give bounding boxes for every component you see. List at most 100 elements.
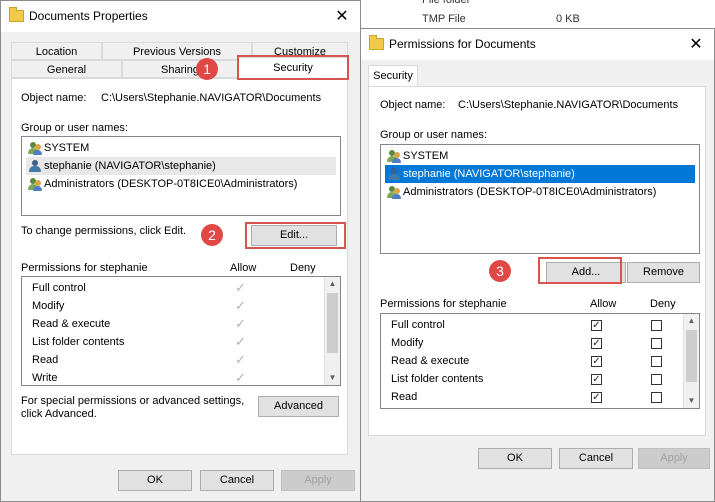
deny-checkbox[interactable] [651,338,662,349]
permissions-list: Full control ✓ Modify ✓ Read & execute ✓… [21,276,341,386]
deny-checkbox[interactable] [651,374,662,385]
check-icon: ✓ [235,298,246,313]
allow-checkbox[interactable]: ✓ [591,338,602,349]
group-icon [28,141,42,155]
perm-row: Modify ✓ [381,335,683,353]
object-name-label: Object name: [380,99,446,111]
perm-row: Read ✓ [32,352,246,367]
add-button-highlight [538,257,622,284]
perm-row: Full control ✓ [32,280,246,295]
callout-badge-3: 3 [489,260,511,282]
close-icon[interactable]: ✕ [332,6,352,26]
tab-general[interactable]: General [11,60,122,78]
allow-checkbox[interactable]: ✓ [591,320,602,331]
scroll-down-icon[interactable]: ▼ [325,371,340,385]
group-label: Group or user names: [21,122,128,134]
folder-icon [369,35,384,50]
object-name-label: Object name: [21,92,87,104]
scroll-down-icon[interactable]: ▼ [684,394,699,408]
permissions-header: Permissions for stephanie [380,298,507,310]
ok-button[interactable]: OK [478,448,552,469]
group-icon [387,149,401,163]
special-permissions-text-2: click Advanced. [21,408,97,420]
user-item-system[interactable]: SYSTEM [26,139,336,157]
bg-type: TMP File [422,13,466,25]
check-icon: ✓ [235,316,246,331]
ok-button[interactable]: OK [118,470,192,491]
user-item-stephanie[interactable]: stephanie (NAVIGATOR\stephanie) [26,157,336,175]
check-icon: ✓ [235,334,246,349]
title-bar: Documents Properties ✕ [1,1,360,32]
perm-row: Read ✓ [381,389,683,407]
check-icon: ✓ [235,280,246,295]
user-icon [387,167,401,181]
allow-header: Allow [590,298,617,310]
scroll-up-icon[interactable]: ▲ [684,314,699,328]
deny-header: Deny [290,262,316,274]
security-panel: Object name: C:\Users\Stephanie.NAVIGATO… [368,86,706,436]
user-item-system[interactable]: SYSTEM [385,147,695,165]
perm-row: Full control ✓ [381,317,683,335]
security-panel: Object name: C:\Users\Stephanie.NAVIGATO… [11,78,348,455]
advanced-button[interactable]: Advanced [258,396,339,417]
perm-row: Read & execute ✓ [32,316,246,331]
permissions-scrollbar[interactable]: ▲ ▼ [683,314,699,408]
apply-button[interactable]: Apply [281,470,355,491]
dialog-title: Documents Properties [29,9,148,23]
callout-badge-1: 1 [196,58,218,80]
permissions-for-documents-dialog: Permissions for Documents ✕ Security Obj… [360,28,715,502]
deny-header: Deny [650,298,676,310]
user-list: SYSTEM stephanie (NAVIGATOR\stephanie) A… [21,136,341,216]
allow-checkbox[interactable]: ✓ [591,392,602,403]
tab-security[interactable]: Security [368,65,418,87]
object-name-value: C:\Users\Stephanie.NAVIGATOR\Documents [101,92,322,104]
tab-previous-versions[interactable]: Previous Versions [102,42,252,60]
special-permissions-text: For special permissions or advanced sett… [21,395,245,407]
permissions-scrollbar[interactable]: ▲ ▼ [324,277,340,385]
group-icon [28,177,42,191]
perm-row: Write ✓ [32,370,246,385]
close-icon[interactable]: ✕ [686,34,706,54]
cancel-button[interactable]: Cancel [559,448,633,469]
deny-checkbox[interactable] [651,320,662,331]
perm-row: List folder contents ✓ [381,371,683,389]
deny-checkbox[interactable] [651,392,662,403]
object-name-value: C:\Users\Stephanie.NAVIGATOR\Documents [458,99,679,111]
allow-checkbox[interactable]: ✓ [591,374,602,385]
group-label: Group or user names: [380,129,487,141]
deny-checkbox[interactable] [651,356,662,367]
callout-badge-2: 2 [201,224,223,246]
bg-type: File folder [422,0,471,6]
remove-user-button[interactable]: Remove [627,262,700,283]
dialog-title: Permissions for Documents [389,37,536,51]
perm-row: Read & execute ✓ [381,353,683,371]
bg-size: 0 KB [556,13,580,25]
group-icon [387,185,401,199]
permissions-header: Permissions for stephanie [21,262,148,274]
edit-button-highlight [245,222,346,249]
security-tab-highlight [237,55,349,80]
check-icon: ✓ [235,352,246,367]
user-item-administrators[interactable]: Administrators (DESKTOP-0T8ICE0\Administ… [385,183,695,201]
permissions-list: Full control ✓ Modify ✓ Read & execute ✓… [380,313,700,409]
scroll-thumb[interactable] [686,330,697,382]
scroll-thumb[interactable] [327,293,338,353]
user-item-administrators[interactable]: Administrators (DESKTOP-0T8ICE0\Administ… [26,175,336,193]
user-icon [28,159,42,173]
cancel-button[interactable]: Cancel [200,470,274,491]
tab-location[interactable]: Location [11,42,102,60]
apply-button[interactable]: Apply [638,448,710,469]
change-permissions-text: To change permissions, click Edit. [21,225,187,237]
allow-checkbox[interactable]: ✓ [591,356,602,367]
title-bar: Permissions for Documents ✕ [361,29,714,60]
check-icon: ✓ [235,370,246,385]
documents-properties-dialog: Documents Properties ✕ Location Previous… [0,0,361,502]
scroll-up-icon[interactable]: ▲ [325,277,340,291]
user-list: SYSTEM stephanie (NAVIGATOR\stephanie) A… [380,144,700,254]
perm-row: List folder contents ✓ [32,334,246,349]
user-item-stephanie[interactable]: stephanie (NAVIGATOR\stephanie) [385,165,695,183]
folder-icon [9,7,24,22]
tab-sharing[interactable]: Sharing [122,60,238,78]
perm-row: Modify ✓ [32,298,246,313]
allow-header: Allow [230,262,257,274]
